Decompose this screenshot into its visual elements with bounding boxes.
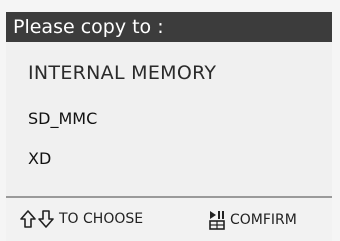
play-pause-icon (209, 210, 225, 230)
up-arrow-icon (20, 210, 36, 228)
confirm-label: COMFIRM (230, 212, 297, 228)
confirm-hint: COMFIRM (209, 210, 297, 230)
button-hints: TO CHOOSE COMFIRM (6, 198, 332, 241)
choose-label: TO CHOOSE (59, 211, 144, 227)
menu-item-internal-memory[interactable]: INTERNAL MEMORY (28, 62, 216, 84)
menu-item-xd[interactable]: XD (28, 149, 51, 168)
copy-dialog: Please copy to : INTERNAL MEMORY SD_MMC … (0, 0, 340, 241)
menu-item-sd-mmc[interactable]: SD_MMC (28, 109, 97, 128)
destination-menu: INTERNAL MEMORY SD_MMC XD (6, 42, 332, 196)
dialog-title: Please copy to : (6, 12, 332, 42)
down-arrow-icon (38, 210, 54, 228)
choose-hint: TO CHOOSE (20, 210, 143, 228)
